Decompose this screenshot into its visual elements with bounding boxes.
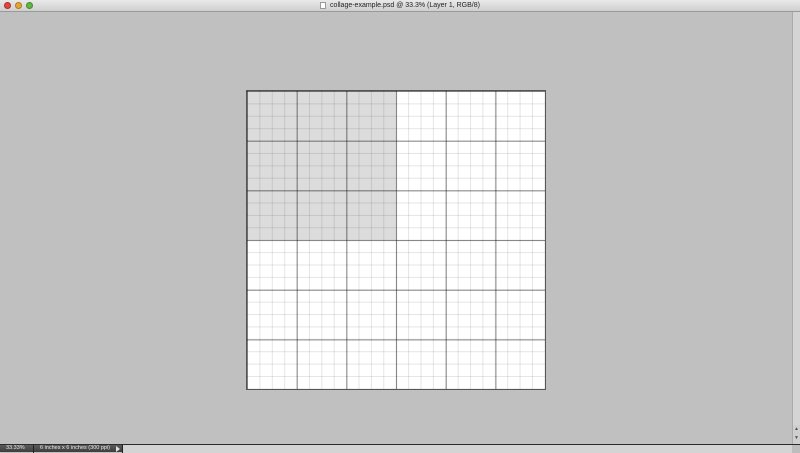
- document-icon: [320, 2, 327, 9]
- workspace[interactable]: [0, 12, 792, 444]
- window-title-group: collage-example.psd @ 33.3% (Layer 1, RG…: [0, 0, 800, 11]
- scroll-arrows[interactable]: ▲ ▼: [792, 425, 800, 444]
- status-menu-arrow-icon[interactable]: [116, 446, 120, 452]
- status-bar: 33.33% 6 inches x 6 inches (300 ppi): [0, 444, 800, 453]
- vertical-scrollbar[interactable]: [792, 12, 800, 444]
- window-title: collage-example.psd @ 33.3% (Layer 1, RG…: [330, 2, 480, 9]
- scroll-down-icon[interactable]: ▼: [793, 434, 800, 443]
- title-bar: collage-example.psd @ 33.3% (Layer 1, RG…: [0, 0, 800, 12]
- document-canvas[interactable]: [246, 90, 546, 390]
- scroll-up-icon[interactable]: ▲: [793, 425, 800, 434]
- grid-major-lines: [247, 91, 545, 389]
